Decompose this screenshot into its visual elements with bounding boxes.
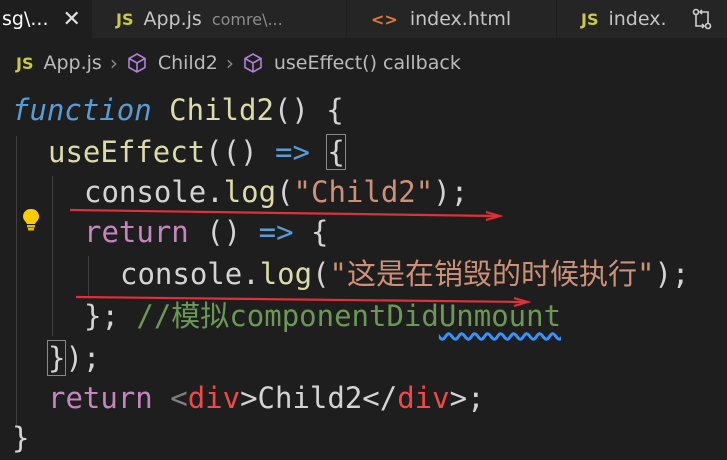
- annotation-arrow-2: [75, 295, 525, 304]
- annotation-strikes: [69, 208, 532, 307]
- annotation-arrow-1: [69, 208, 497, 218]
